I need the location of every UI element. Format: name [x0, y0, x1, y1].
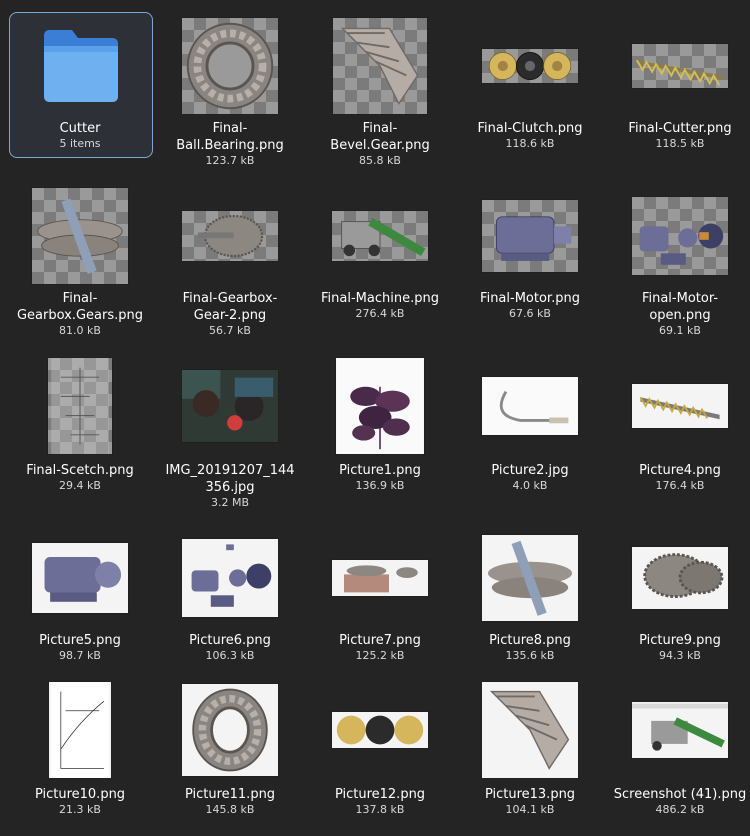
file-name-line2: Bevel.Gear.png — [330, 138, 430, 153]
file-size: 118.6 kB — [505, 137, 555, 150]
thumb-gearbox-gear-2 — [182, 211, 278, 261]
file-name-line1: Final- — [362, 121, 398, 136]
file-name-line2: Gearbox.Gears.png — [16, 308, 144, 323]
file-name-line1: Final- — [212, 121, 248, 136]
file-size: 104.1 kB — [505, 803, 555, 816]
thumb-picture4 — [632, 384, 728, 428]
thumb-picture2 — [482, 377, 578, 435]
file-name-line1: Picture8.png — [489, 633, 571, 648]
file-size: 145.8 kB — [205, 803, 255, 816]
thumb-picture10 — [49, 682, 111, 778]
thumb-picture1 — [336, 358, 424, 454]
file-name-line1: Picture5.png — [39, 633, 121, 648]
folder-name: Cutter — [59, 121, 101, 136]
file-name-line1: Final-Scetch.png — [26, 463, 134, 478]
file-size: 4.0 kB — [512, 479, 548, 492]
file-size: 486.2 kB — [655, 803, 705, 816]
thumb-picture6 — [182, 539, 278, 617]
folder-item-count: 5 items — [59, 137, 101, 150]
file-size: 276.4 kB — [355, 307, 405, 320]
thumb-ball-bearing — [182, 18, 278, 114]
file-size: 176.4 kB — [655, 479, 705, 492]
thumb-machine — [332, 211, 428, 261]
file-name-line1: Final- — [62, 291, 98, 306]
thumb-picture5 — [32, 543, 128, 613]
thumb-picture7 — [332, 560, 428, 596]
thumb-sketch — [48, 358, 112, 454]
file-name-line1: Picture4.png — [639, 463, 721, 478]
file-name-line1: Picture12.png — [334, 787, 426, 802]
file-name-line1: Picture1.png — [339, 463, 421, 478]
thumb-bevel-gear — [333, 18, 427, 114]
file-name-line2: Gear-2.png — [193, 308, 267, 323]
thumb-motor — [482, 200, 578, 272]
thumb-picture8 — [482, 535, 578, 621]
file-name-line1: Final-Gearbox- — [182, 291, 278, 306]
file-name-line2: 356.jpg — [205, 480, 255, 495]
file-size: 118.5 kB — [655, 137, 705, 150]
file-name-line1: IMG_20191207_144 — [165, 463, 295, 478]
file-size: 123.7 kB — [205, 154, 255, 167]
thumb-picture12 — [332, 712, 428, 748]
file-name-line1: Final-Cutter.png — [628, 121, 732, 136]
file-size: 135.6 kB — [505, 649, 555, 662]
file-name-line2: open.png — [649, 308, 711, 323]
file-size: 81.0 kB — [59, 324, 101, 337]
file-name-line1: Final-Clutch.png — [477, 121, 583, 136]
file-size: 106.3 kB — [205, 649, 255, 662]
thumb-clutch — [482, 49, 578, 83]
folder-item-cutter[interactable]: Cutter 5 items — [0, 0, 153, 160]
folder-icon — [42, 26, 120, 104]
file-name-line1: Picture9.png — [639, 633, 721, 648]
file-name-line1: Picture2.jpg — [491, 463, 569, 478]
file-name-line1: Picture7.png — [339, 633, 421, 648]
file-item[interactable]: Picture1.png 136.9 kB — [305, 0, 455, 836]
file-name-line1: Final-Motor.png — [480, 291, 580, 306]
file-size: 56.7 kB — [209, 324, 251, 337]
file-name-line1: Picture10.png — [34, 787, 126, 802]
thumb-photo — [182, 370, 278, 442]
file-size: 136.9 kB — [355, 479, 405, 492]
file-name-line1: Final-Machine.png — [321, 291, 439, 306]
thumb-gearbox-gears — [32, 188, 128, 284]
file-name-line1: Picture13.png — [484, 787, 576, 802]
file-name-line1: Final-Motor- — [641, 291, 719, 306]
file-name-line1: Picture6.png — [189, 633, 271, 648]
file-name-line1: Screenshot (41).png — [613, 787, 747, 802]
file-size: 29.4 kB — [59, 479, 101, 492]
file-size: 94.3 kB — [659, 649, 701, 662]
thumb-picture13 — [482, 682, 578, 778]
thumb-cutter — [632, 44, 728, 88]
file-size: 137.8 kB — [355, 803, 405, 816]
file-name-line2: Ball.Bearing.png — [176, 138, 284, 153]
file-size: 67.6 kB — [509, 307, 551, 320]
file-size: 69.1 kB — [659, 324, 701, 337]
thumb-picture11 — [182, 684, 278, 776]
thumb-motor-open — [632, 197, 728, 275]
thumb-picture9 — [632, 547, 728, 609]
thumb-screenshot-41 — [632, 702, 728, 758]
file-name-line1: Picture11.png — [184, 787, 276, 802]
file-size: 21.3 kB — [59, 803, 101, 816]
file-size: 85.8 kB — [359, 154, 401, 167]
file-size: 3.2 MB — [210, 496, 250, 509]
file-size: 98.7 kB — [59, 649, 101, 662]
file-size: 125.2 kB — [355, 649, 405, 662]
